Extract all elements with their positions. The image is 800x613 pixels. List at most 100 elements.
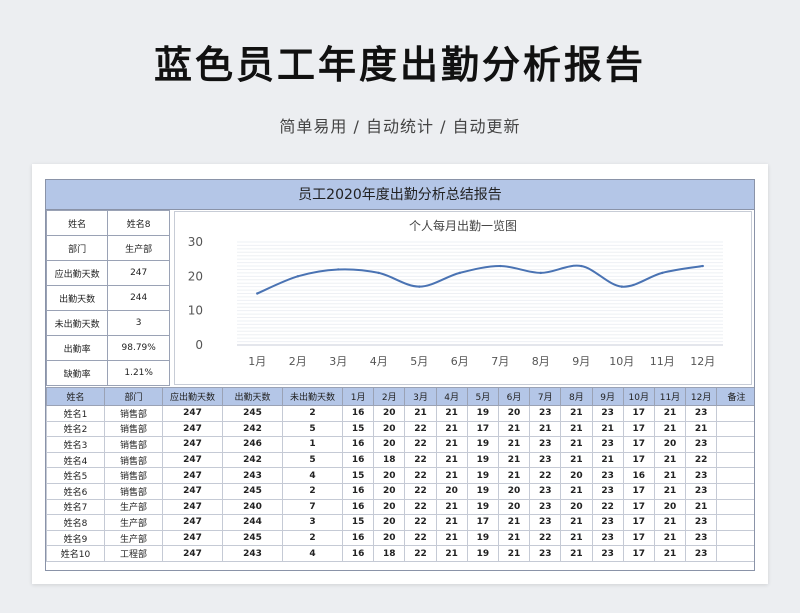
table-cell: 21 [497, 467, 531, 484]
table-cell: 22 [591, 498, 624, 516]
table-cell: 20 [497, 498, 531, 516]
table-cell: 16 [341, 498, 375, 516]
y-tick-label: 10 [188, 304, 203, 318]
table-cell: 247 [162, 405, 223, 422]
table-cell: 生产部 [104, 529, 163, 547]
table-cell: 23 [529, 405, 562, 422]
table-cell: 姓名9 [46, 529, 105, 547]
table-cell: 19 [466, 529, 499, 547]
data-point [296, 275, 299, 278]
data-point [377, 271, 380, 275]
info-label: 未出勤天数 [46, 310, 109, 336]
table-cell: 21 [497, 451, 531, 469]
info-label: 应出勤天数 [46, 260, 109, 286]
table-cell: 240 [222, 498, 283, 516]
table-cell: 21 [591, 451, 624, 469]
table-cell: 生产部 [104, 514, 163, 531]
table-cell: 20 [373, 482, 406, 500]
x-tick-label: 2月 [289, 355, 307, 368]
table-cell: 4 [282, 545, 343, 562]
y-tick-label: 30 [188, 235, 203, 249]
table-cell: 21 [560, 514, 593, 531]
table-cell: 23 [685, 514, 718, 531]
table-cell: 22 [404, 467, 437, 484]
table-cell: 20 [373, 420, 406, 438]
column-header: 11月 [653, 387, 687, 406]
table-cell: 21 [685, 498, 718, 516]
column-header: 2月 [373, 387, 406, 406]
table-cell: 245 [222, 482, 283, 500]
table-cell: 2 [282, 529, 343, 547]
data-point [458, 271, 461, 275]
table-cell: 247 [162, 482, 223, 500]
table-cell [716, 529, 754, 547]
column-header: 7月 [529, 387, 562, 406]
table-cell: 20 [373, 529, 406, 547]
table-cell: 20 [373, 467, 406, 484]
info-label: 部门 [46, 235, 109, 261]
info-value: 98.79% [107, 335, 170, 361]
info-label: 出勤天数 [46, 285, 109, 311]
table-cell: 23 [685, 529, 718, 547]
info-row: 出勤率 98.79% [46, 335, 170, 361]
table-cell: 247 [162, 514, 223, 531]
table-cell: 23 [529, 482, 562, 500]
table-cell: 19 [466, 451, 499, 469]
table-cell: 销售部 [104, 451, 163, 469]
table-cell: 19 [466, 436, 499, 453]
table-cell: 21 [653, 405, 687, 422]
table-cell [716, 482, 754, 500]
table-cell: 23 [529, 498, 562, 516]
report-sheet: 员工2020年度出勤分析总结报告 姓名 姓名8 部门 生产部 应出勤天数 247 出勤天数 2… [45, 179, 755, 571]
table-cell: 22 [404, 498, 437, 516]
table-cell [716, 405, 754, 422]
column-header: 1月 [341, 387, 375, 406]
info-row: 应出勤天数 247 [46, 260, 170, 286]
column-header: 9月 [591, 387, 624, 406]
table-cell: 19 [466, 405, 499, 422]
table-cell: 22 [404, 451, 437, 469]
table-cell: 1 [282, 436, 343, 453]
y-tick-label: 20 [188, 269, 203, 283]
table-cell: 5 [282, 451, 343, 469]
table-cell [716, 467, 754, 484]
table-cell: 21 [653, 451, 687, 469]
table-cell: 17 [622, 451, 655, 469]
table-cell: 21 [653, 545, 687, 562]
table-cell: 20 [653, 436, 687, 453]
table-cell: 20 [373, 514, 406, 531]
table-row: 姓名5 销售部 247 243 4 15 20 22 21 19 21 22 20 23 16 21 23 [46, 467, 754, 484]
table-cell: 245 [222, 405, 283, 422]
table-cell: 21 [435, 405, 468, 422]
data-point [499, 264, 502, 268]
table-cell: 15 [341, 514, 375, 531]
table-cell [716, 514, 754, 531]
table-cell: 销售部 [104, 467, 163, 484]
table-cell: 22 [685, 451, 718, 469]
table-cell: 17 [466, 514, 499, 531]
table-cell: 姓名5 [46, 467, 105, 484]
x-tick-label: 10月 [609, 355, 634, 368]
table-cell [716, 436, 754, 453]
table-cell: 21 [497, 420, 531, 438]
table-cell: 21 [560, 482, 593, 500]
info-value: 生产部 [107, 235, 170, 261]
table-cell: 17 [622, 514, 655, 531]
column-header: 10月 [622, 387, 655, 406]
table-cell: 姓名7 [46, 498, 105, 516]
table-cell: 21 [435, 467, 468, 484]
attendance-chart: 个人每月出勤一览图 0 10 20 30 1月 2月 3月 4月 5月 6月 7月 8月 9月 10月 11月… [174, 211, 752, 385]
table-cell: 15 [341, 467, 375, 484]
info-value: 244 [107, 285, 170, 311]
table-cell: 20 [373, 405, 406, 422]
table-cell: 姓名8 [46, 514, 105, 531]
info-value: 247 [107, 260, 170, 286]
table-cell [716, 498, 754, 516]
column-header: 8月 [560, 387, 593, 406]
table-cell: 21 [653, 514, 687, 531]
table-cell: 21 [591, 420, 624, 438]
column-header: 4月 [435, 387, 468, 406]
table-cell: 245 [222, 529, 283, 547]
table-cell: 16 [341, 545, 375, 562]
table-cell: 21 [653, 420, 687, 438]
